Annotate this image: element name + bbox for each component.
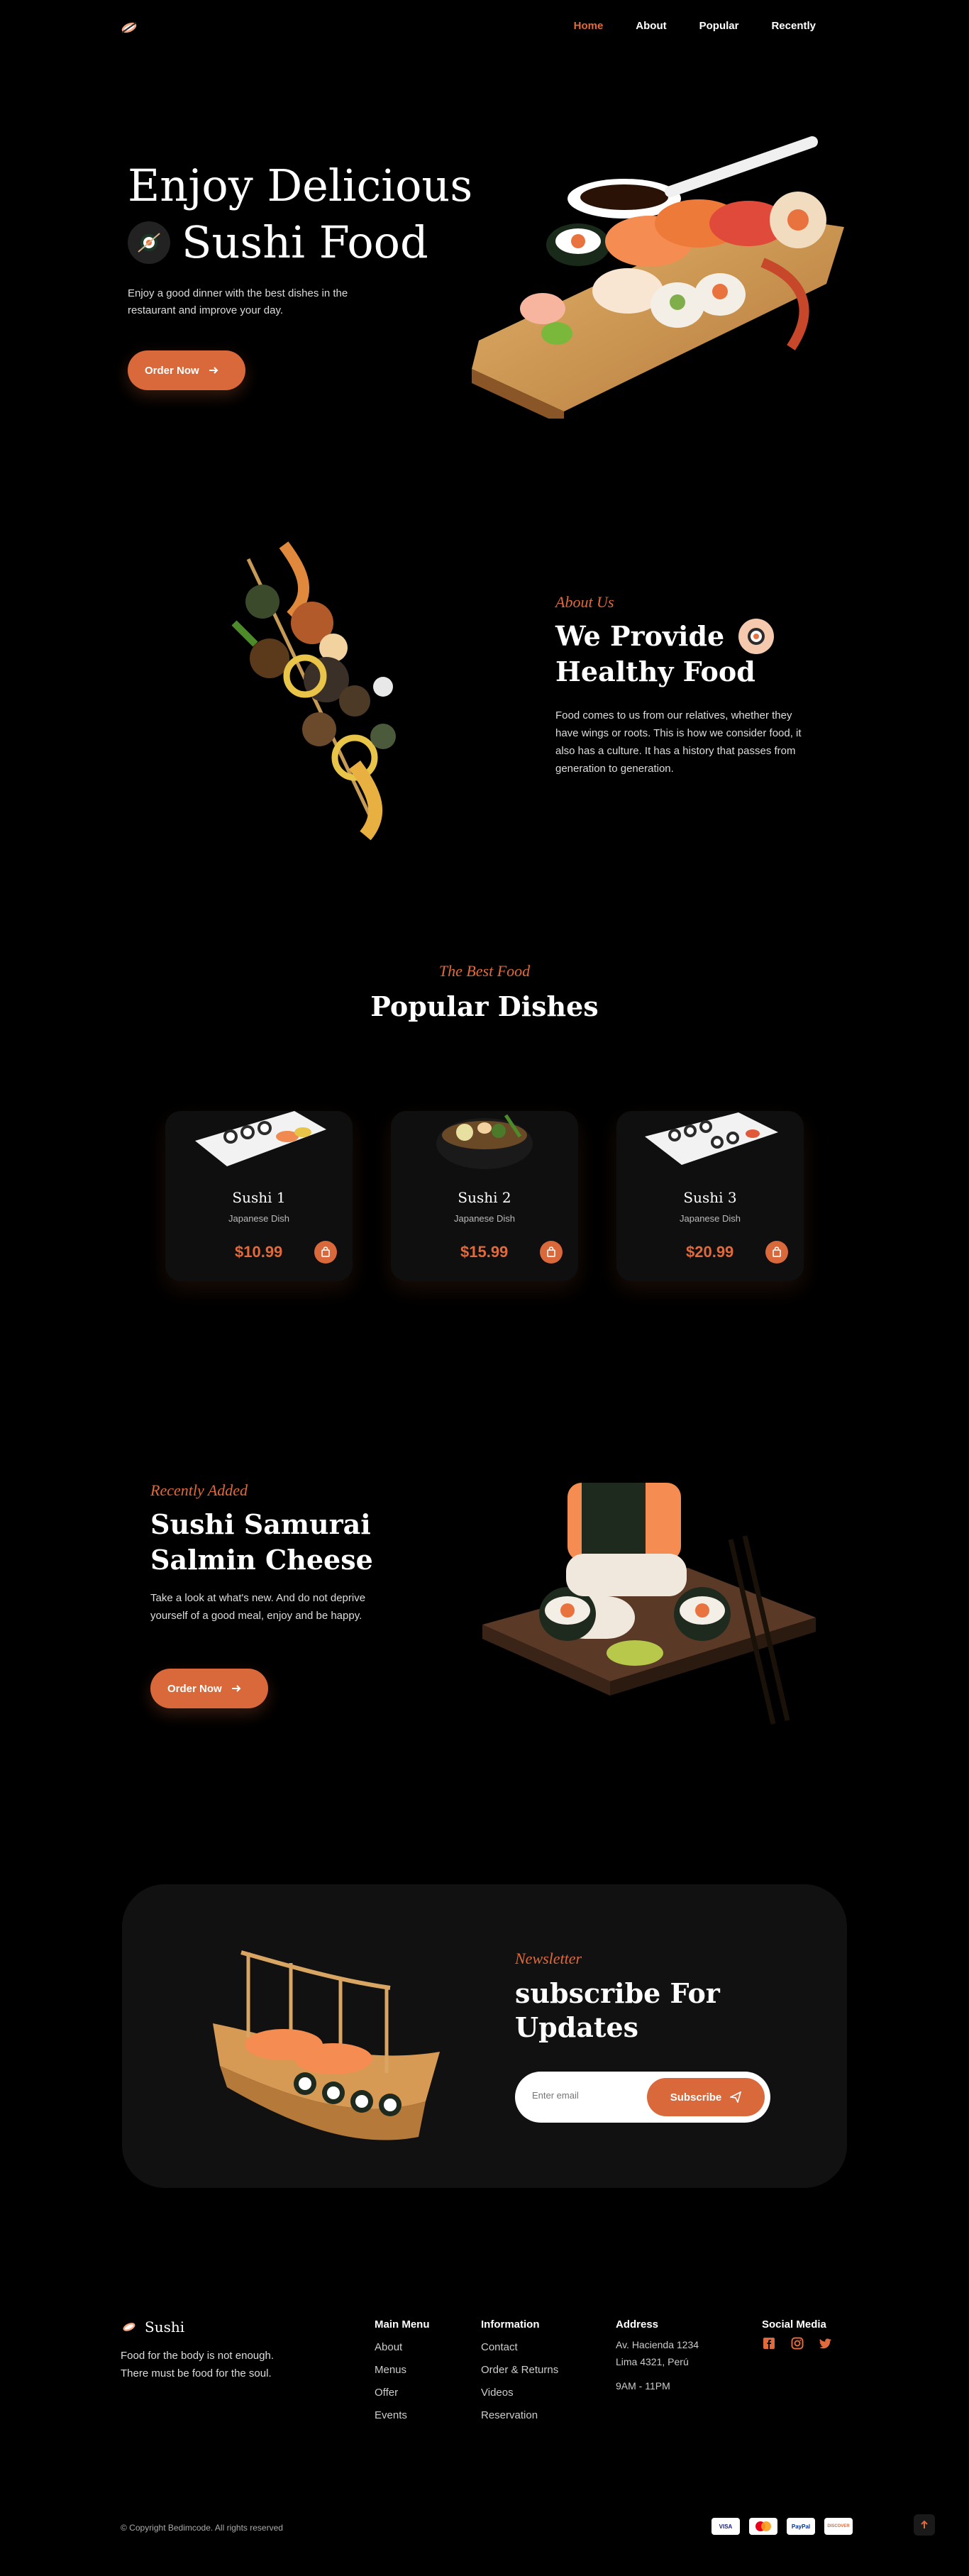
hero-sushi-board-image xyxy=(472,136,844,419)
footer-address: Address Av. Hacienda 1234 Lima 4321, Per… xyxy=(616,2318,699,2394)
subscribe-button[interactable]: Subscribe xyxy=(647,2078,765,2116)
footer-link-about[interactable]: About xyxy=(375,2336,430,2359)
opening-hours: 9AM - 11PM xyxy=(616,2380,670,2392)
shopping-bag-icon xyxy=(547,1246,555,1257)
dish-category: Japanese Dish xyxy=(680,1213,741,1224)
nav-popular[interactable]: Popular xyxy=(699,20,739,32)
instagram-icon[interactable] xyxy=(790,2336,804,2350)
hero-order-label: Order Now xyxy=(145,364,199,377)
newsletter-form: Subscribe xyxy=(515,2072,770,2123)
nav-about[interactable]: About xyxy=(636,20,666,32)
address-line2: Lima 4321, Perú xyxy=(616,2356,689,2367)
recently-order-button[interactable]: Order Now xyxy=(150,1669,268,1708)
popular-title: Popular Dishes xyxy=(370,990,599,1022)
dish-price: $20.99 xyxy=(686,1243,734,1261)
about-sushi-stick-image xyxy=(231,541,396,841)
footer-information: Information Contact Order & Returns Vide… xyxy=(481,2318,558,2427)
visa-icon: VISA xyxy=(711,2518,740,2535)
recently-description: Take a look at what's new. And do not de… xyxy=(150,1592,366,1622)
dish-card-1[interactable]: Sushi 1 Japanese Dish $10.99 xyxy=(165,1111,353,1281)
dish-name: Sushi 1 xyxy=(232,1189,286,1206)
recently-order-label: Order Now xyxy=(167,1682,222,1695)
address-line1: Av. Hacienda 1234 xyxy=(616,2339,699,2350)
footer-brand[interactable]: Sushi xyxy=(121,2318,184,2335)
about-subtitle: About Us xyxy=(555,593,614,611)
social-heading: Social Media xyxy=(762,2318,826,2331)
about-title-line2: Healthy Food xyxy=(555,656,755,687)
arrow-right-icon xyxy=(209,367,218,374)
email-input[interactable] xyxy=(532,2090,646,2101)
dish-name: Sushi 2 xyxy=(458,1189,511,1206)
add-to-cart-button[interactable] xyxy=(765,1241,788,1264)
about-title: We Provide Healthy Food xyxy=(555,619,775,690)
newsletter-title-line1: subscribe For xyxy=(515,1977,720,2009)
dish-card-3[interactable]: Sushi 3 Japanese Dish $20.99 xyxy=(616,1111,804,1281)
newsletter-title-line2: Updates xyxy=(515,2011,639,2043)
copyright-text: © Copyright Bedimcode. All rights reserv… xyxy=(121,2523,283,2533)
arrow-right-icon xyxy=(231,1685,241,1692)
arrow-up-icon xyxy=(921,2520,928,2528)
twitter-icon[interactable] xyxy=(819,2336,833,2350)
dish-name: Sushi 3 xyxy=(683,1189,737,1206)
nav-home[interactable]: Home xyxy=(574,20,604,32)
hero-description: Enjoy a good dinner with the best dishes… xyxy=(128,287,348,316)
footer-link-order-returns[interactable]: Order & Returns xyxy=(481,2359,558,2382)
about-description: Food comes to us from our relatives, whe… xyxy=(555,709,802,775)
paypal-icon: PayPal xyxy=(787,2518,815,2535)
shopping-bag-icon xyxy=(321,1246,330,1257)
recently-title: Sushi Samurai Salmin Cheese xyxy=(150,1507,373,1578)
sushi-2-image xyxy=(436,1114,533,1169)
footer-social: Social Media xyxy=(762,2318,833,2350)
footer-link-reservation[interactable]: Reservation xyxy=(481,2404,558,2427)
dish-category: Japanese Dish xyxy=(454,1213,515,1224)
footer-link-events[interactable]: Events xyxy=(375,2404,430,2427)
newsletter-title: subscribe For Updates xyxy=(515,1977,720,2045)
shopping-bag-icon xyxy=(773,1246,781,1257)
sushi-roll-icon xyxy=(738,619,775,654)
logo-icon[interactable] xyxy=(119,20,139,35)
hero-title: Enjoy Delicious Sushi Food xyxy=(128,157,472,271)
dish-price: $10.99 xyxy=(235,1243,283,1261)
newsletter-subtitle: Newsletter xyxy=(515,1950,582,1967)
footer-description: Food for the body is not enough. There m… xyxy=(121,2350,274,2379)
sushi-badge-icon xyxy=(128,221,170,264)
footer-main-menu: Main Menu About Menus Offer Events xyxy=(375,2318,430,2427)
dish-price: $15.99 xyxy=(460,1243,509,1261)
dish-category: Japanese Dish xyxy=(228,1213,289,1224)
add-to-cart-button[interactable] xyxy=(314,1241,337,1264)
sushi-1-image xyxy=(195,1111,326,1166)
recently-title-line1: Sushi Samurai xyxy=(150,1508,371,1540)
nav-recently[interactable]: Recently xyxy=(771,20,816,32)
about-title-line1: We Provide xyxy=(555,620,725,652)
footer-link-videos[interactable]: Videos xyxy=(481,2382,558,2404)
recently-sushi-image xyxy=(482,1483,816,1725)
add-to-cart-button[interactable] xyxy=(540,1241,563,1264)
address-heading: Address xyxy=(616,2318,659,2331)
hero-title-line1: Enjoy Delicious xyxy=(128,160,473,211)
information-heading: Information xyxy=(481,2318,540,2331)
mastercard-icon xyxy=(749,2518,777,2535)
subscribe-label: Subscribe xyxy=(670,2091,722,2104)
footer-link-offer[interactable]: Offer xyxy=(375,2382,430,2404)
hero-order-button[interactable]: Order Now xyxy=(128,350,245,390)
scroll-up-button[interactable] xyxy=(914,2514,935,2536)
newsletter-sushi-boat-image xyxy=(213,1950,440,2140)
footer-link-menus[interactable]: Menus xyxy=(375,2359,430,2382)
sushi-logo-icon xyxy=(123,2323,135,2331)
payment-methods: VISA PayPal DISCOVER xyxy=(711,2518,853,2535)
facebook-icon[interactable] xyxy=(762,2336,776,2350)
main-menu-heading: Main Menu xyxy=(375,2318,430,2331)
dish-card-2[interactable]: Sushi 2 Japanese Dish $15.99 xyxy=(391,1111,578,1281)
footer-brand-name: Sushi xyxy=(145,2318,185,2335)
recently-subtitle: Recently Added xyxy=(150,1481,248,1499)
main-nav: Home About Popular Recently xyxy=(574,20,816,32)
hero-title-line2: Sushi Food xyxy=(182,216,428,268)
recently-title-line2: Salmin Cheese xyxy=(150,1544,373,1576)
send-icon xyxy=(730,2091,742,2103)
sushi-3-image xyxy=(645,1112,778,1165)
footer-link-contact[interactable]: Contact xyxy=(481,2336,558,2359)
discover-icon: DISCOVER xyxy=(824,2518,853,2535)
popular-subtitle: The Best Food xyxy=(438,962,531,980)
